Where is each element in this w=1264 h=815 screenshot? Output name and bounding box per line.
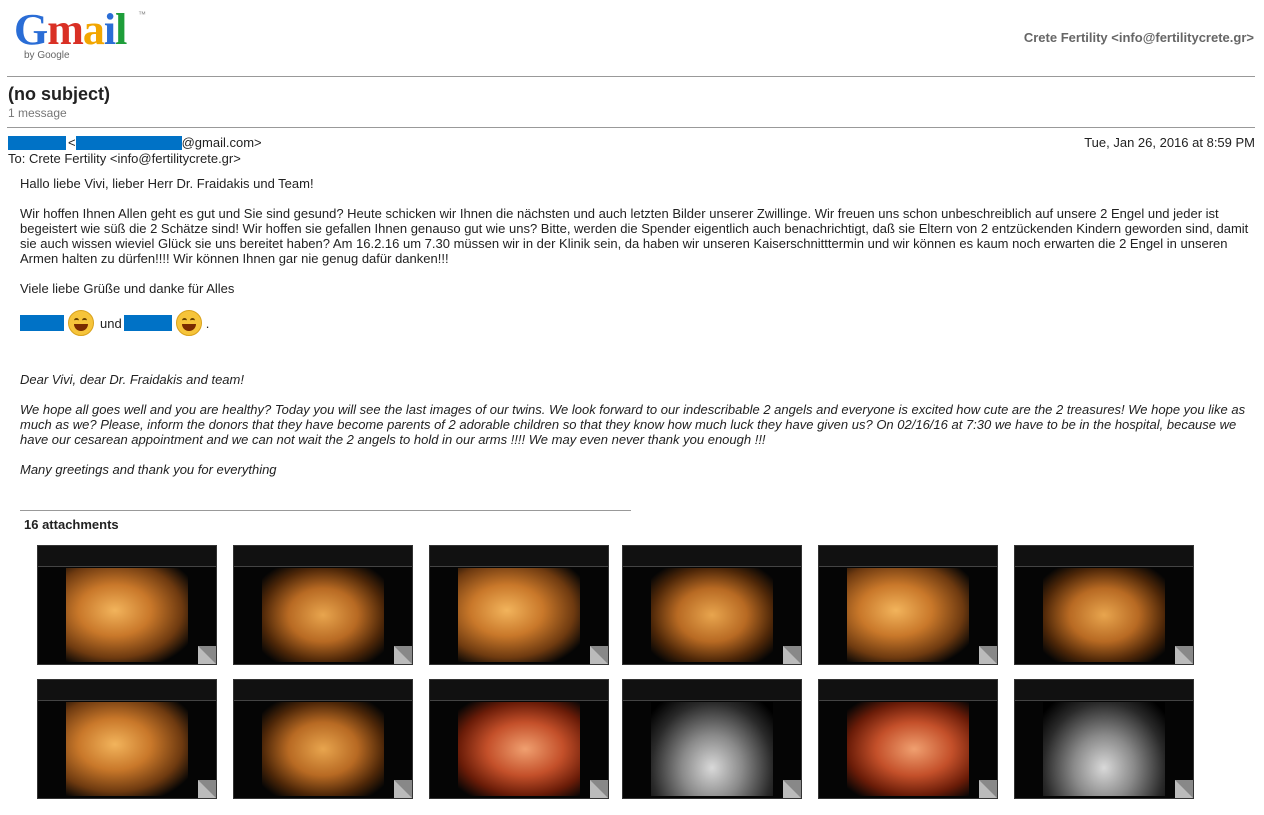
signature-and: und [100, 315, 122, 331]
account-address: Crete Fertility <info@fertilitycrete.gr> [1023, 30, 1254, 45]
attachment-thumbnail[interactable] [1014, 679, 1194, 799]
header-divider [7, 76, 1255, 77]
attachment-thumbnail[interactable] [622, 679, 802, 799]
redacted-sender-name [8, 135, 66, 150]
redacted-name-1 [20, 315, 64, 331]
attachment-thumbnail[interactable] [818, 679, 998, 799]
sender-domain: @gmail.com> [181, 135, 262, 150]
attachment-thumbnail[interactable] [1014, 545, 1194, 665]
attachment-thumbnail[interactable] [429, 545, 609, 665]
attachment-thumbnail[interactable] [233, 679, 413, 799]
de-closing: Viele liebe Grüße und danke für Alles [20, 281, 235, 296]
message-count: 1 message [8, 106, 67, 120]
attachment-thumbnail[interactable] [37, 545, 217, 665]
redacted-name-2 [123, 315, 172, 331]
attachments-title: 16 attachments [24, 517, 119, 532]
attachment-thumbnail[interactable] [37, 679, 217, 799]
message-date: Tue, Jan 26, 2016 at 8:59 PM [1084, 135, 1255, 150]
subject-divider [7, 127, 1255, 128]
gmail-logo: Gmail by Google ™ [14, 5, 146, 64]
de-greeting: Hallo liebe Vivi, lieber Herr Dr. Fraida… [20, 176, 314, 191]
subject-title: (no subject) [8, 84, 110, 104]
gmail-logo-text: Gmail [14, 5, 127, 54]
signature-end: . [205, 315, 210, 331]
grinning-emoji-icon [175, 310, 202, 336]
attachment-thumbnail[interactable] [429, 679, 609, 799]
en-greeting: Dear Vivi, dear Dr. Fraidakis and team! [20, 372, 244, 387]
en-closing: Many greetings and thank you for everyth… [20, 462, 277, 477]
en-body: We hope all goes well and you are health… [20, 402, 1246, 447]
signature: und . [20, 310, 1256, 336]
attachment-thumbnail[interactable] [233, 545, 413, 665]
attachment-thumbnail[interactable] [622, 545, 802, 665]
attachments-divider [20, 510, 631, 511]
trademark-mark: ™ [138, 10, 146, 19]
recipient-line: To: Crete Fertility <info@fertilitycrete… [8, 151, 241, 166]
redacted-sender-email [75, 135, 182, 150]
attachment-thumbnail[interactable] [818, 545, 998, 665]
message-body: Hallo liebe Vivi, lieber Herr Dr. Fraida… [20, 176, 1256, 477]
grinning-emoji-icon [68, 310, 94, 336]
de-body: Wir hoffen Ihnen Allen geht es gut und S… [20, 206, 1249, 266]
logo-by-google: by Google [24, 50, 70, 61]
sender-line: < @gmail.com> [8, 135, 262, 150]
sender-bracket: < [68, 135, 76, 150]
